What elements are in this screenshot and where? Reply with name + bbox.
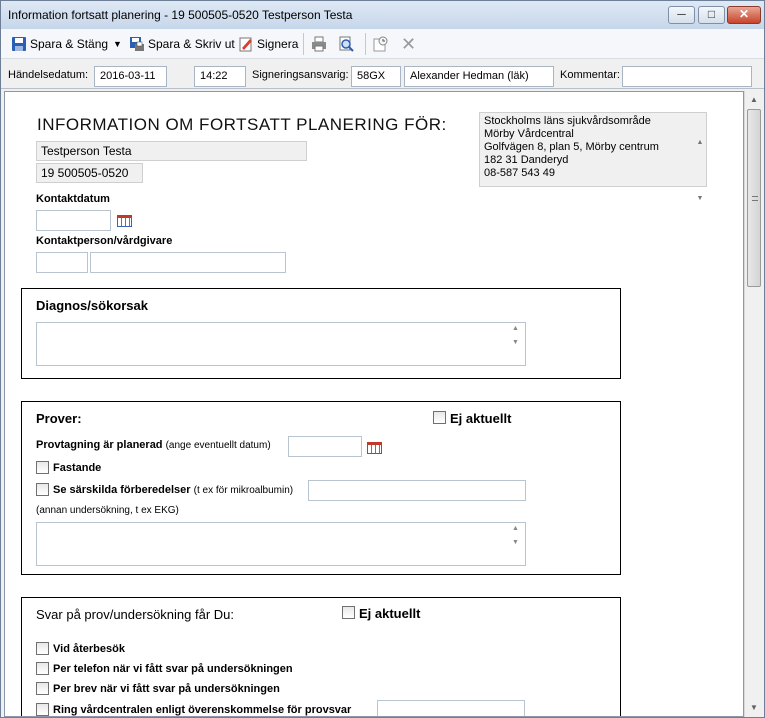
event-date-label: Händelsedatum:: [8, 69, 89, 81]
diagnosis-textarea[interactable]: ▲ ▼: [36, 322, 526, 366]
contact-date-calendar-icon[interactable]: [117, 215, 132, 227]
sign-label: Signera: [257, 37, 299, 51]
delete-button[interactable]: ✕: [401, 35, 416, 53]
close-icon: ✕: [738, 7, 750, 21]
attachment-button[interactable]: [373, 35, 392, 53]
printer-icon: [311, 36, 327, 52]
save-print-icon: [129, 36, 145, 52]
address-scroll-icon[interactable]: ▲ ▼: [695, 115, 705, 227]
address-line: Golfvägen 8, plan 5, Mörby centrum: [484, 141, 659, 153]
comment-field[interactable]: [622, 66, 752, 87]
scroll-grip-icon: [752, 196, 758, 201]
save-close-button[interactable]: Spara & Stäng: [11, 35, 108, 53]
result-option-checkbox[interactable]: [36, 662, 49, 675]
sampling-calendar-icon[interactable]: [367, 442, 382, 454]
other-exam-textarea[interactable]: ▲ ▼: [36, 522, 526, 566]
result-option-checkbox[interactable]: [36, 642, 49, 655]
delete-icon: ✕: [401, 34, 417, 54]
address-line: Mörby Vårdcentral: [484, 128, 574, 140]
results-not-applicable-checkbox[interactable]: [342, 606, 355, 619]
print-preview-icon: [338, 36, 354, 52]
maximize-button[interactable]: □: [698, 6, 725, 24]
result-option-label: Ring vårdcentralen enligt överenskommels…: [53, 704, 352, 716]
vertical-scrollbar[interactable]: ▲ ▼: [744, 91, 763, 717]
minimize-icon: ─: [677, 7, 686, 21]
result-option-label: Per telefon när vi fått svar på undersök…: [53, 663, 293, 675]
other-exam-note: (annan undersökning, t ex EKG): [36, 505, 179, 516]
fasting-checkbox[interactable]: [36, 461, 49, 474]
scroll-down-icon[interactable]: ▼: [745, 699, 763, 716]
result-option-label: Vid återbesök: [53, 643, 125, 655]
event-time-field[interactable]: 14:22: [194, 66, 246, 87]
event-date-field[interactable]: 2016-03-11: [94, 66, 167, 87]
contact-date-input[interactable]: [36, 210, 111, 231]
save-options-dropdown[interactable]: ▼: [113, 35, 122, 53]
dropdown-arrow-icon: ▼: [113, 39, 122, 49]
record-info-bar: Händelsedatum: 2016-03-11 14:22 Signerin…: [1, 61, 764, 143]
page-title: INFORMATION OM FORTSATT PLANERING FÖR:: [37, 115, 447, 134]
contact-person-label: Kontaktperson/vårdgivare: [36, 235, 173, 247]
comment-label: Kommentar:: [560, 69, 620, 81]
contact-person-code-input[interactable]: [36, 252, 88, 273]
diagnosis-title: Diagnos/sökorsak: [36, 298, 148, 313]
toolbar-separator: [303, 33, 304, 55]
title-bar: Information fortsatt planering - 19 5005…: [1, 1, 764, 29]
address-line: 08-587 543 49: [484, 167, 555, 179]
document-form: INFORMATION OM FORTSATT PLANERING FÖR: T…: [4, 91, 744, 717]
sign-button[interactable]: Signera: [238, 35, 298, 53]
call-clinic-input[interactable]: [377, 700, 525, 716]
clinic-address-box: Stockholms läns sjukvårdsområde Mörby Vå…: [479, 112, 707, 202]
print-button[interactable]: [311, 35, 330, 53]
scroll-up-icon[interactable]: ▲: [745, 91, 763, 108]
scrollbar-thumb[interactable]: [747, 109, 761, 287]
special-prep-input[interactable]: [308, 480, 526, 501]
results-section: Svar på prov/undersökning får Du: Ej akt…: [21, 597, 621, 716]
signer-label: Signeringsansvarig:: [252, 69, 349, 81]
toolbar-separator: [365, 33, 366, 55]
samples-not-applicable-checkbox[interactable]: [433, 411, 446, 424]
samples-section: Prover: Ej aktuellt Provtagning är plane…: [21, 401, 621, 575]
special-prep-label: Se särskilda förberedelser (t ex för mik…: [53, 484, 293, 496]
save-icon: [11, 36, 27, 52]
special-prep-checkbox[interactable]: [36, 483, 49, 496]
diagnosis-section: Diagnos/sökorsak ▲ ▼: [21, 288, 621, 379]
signer-name-field[interactable]: Alexander Hedman (läk): [404, 66, 554, 87]
patient-id-field: 19 500505-0520: [36, 163, 143, 183]
signer-code-field[interactable]: 58GX: [351, 66, 401, 87]
application-window: Information fortsatt planering - 19 5005…: [0, 0, 765, 718]
result-option-checkbox[interactable]: [36, 682, 49, 695]
save-close-label: Spara & Stäng: [30, 37, 109, 51]
sign-icon: [238, 36, 254, 52]
contact-person-name-input[interactable]: [90, 252, 286, 273]
save-print-button[interactable]: Spara & Skriv ut: [129, 35, 235, 53]
contact-date-label: Kontaktdatum: [36, 193, 110, 205]
save-print-label: Spara & Skriv ut: [148, 37, 235, 51]
sampling-date-input[interactable]: [288, 436, 362, 457]
result-option-checkbox[interactable]: [36, 703, 49, 716]
sampling-planned-text: Provtagning är planerad: [36, 439, 163, 451]
patient-name-field: Testperson Testa: [36, 141, 307, 161]
samples-not-applicable-label: Ej aktuellt: [450, 411, 512, 426]
toolbar: Spara & Stäng ▼ Spara & Skriv ut Signera: [1, 29, 764, 59]
print-preview-button[interactable]: [338, 35, 357, 53]
samples-title: Prover:: [36, 411, 82, 426]
result-option-label: Per brev när vi fått svar på undersöknin…: [53, 683, 280, 695]
close-button[interactable]: ✕: [727, 6, 761, 24]
address-line: 182 31 Danderyd: [484, 154, 569, 166]
special-prep-note: (t ex för mikroalbumin): [193, 485, 294, 496]
fasting-label: Fastande: [53, 462, 102, 474]
sampling-planned-label: Provtagning är planerad (ange eventuellt…: [36, 439, 271, 451]
attachment-icon: [373, 36, 389, 52]
minimize-button[interactable]: ─: [668, 6, 695, 24]
maximize-icon: □: [707, 7, 716, 21]
sampling-planned-note: (ange eventuellt datum): [165, 440, 271, 451]
window-title: Information fortsatt planering - 19 5005…: [8, 8, 353, 22]
address-line: Stockholms läns sjukvårdsområde: [484, 115, 651, 127]
textarea-scroll-icon[interactable]: ▲ ▼: [512, 525, 523, 563]
special-prep-text: Se särskilda förberedelser: [53, 484, 191, 496]
textarea-scroll-icon[interactable]: ▲ ▼: [512, 325, 523, 363]
results-title: Svar på prov/undersökning får Du:: [36, 607, 234, 622]
results-not-applicable-label: Ej aktuellt: [359, 606, 421, 621]
